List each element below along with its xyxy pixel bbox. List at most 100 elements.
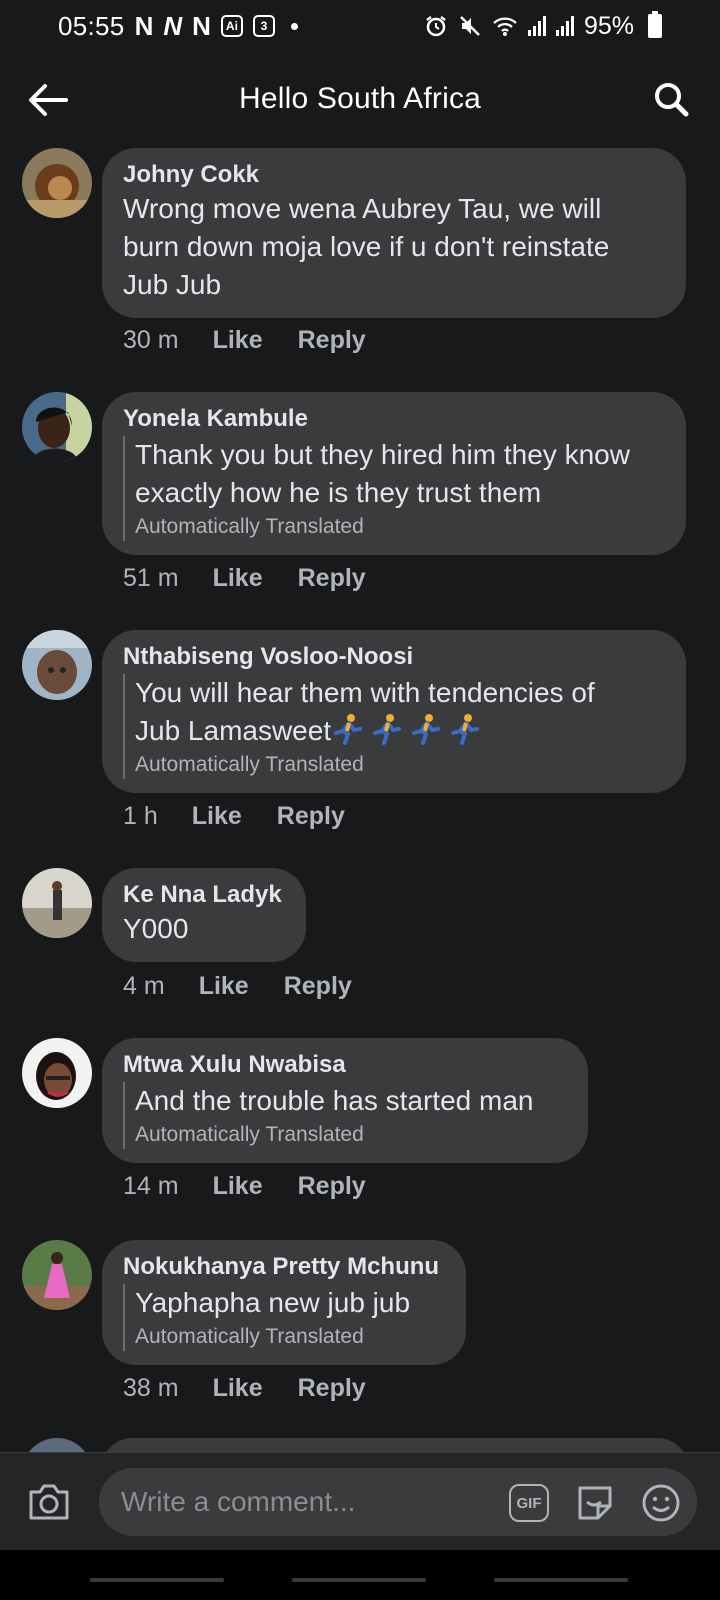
comment-actions: 30 m Like Reply bbox=[123, 326, 366, 355]
comment-text-line: You will hear them with tendencies of bbox=[135, 677, 595, 708]
translation-note[interactable]: Automatically Translated bbox=[135, 751, 666, 779]
home-nav[interactable] bbox=[292, 1578, 426, 1582]
system-nav-bar bbox=[0, 1550, 720, 1600]
reply-button[interactable]: Reply bbox=[298, 1172, 366, 1201]
comment-bubble[interactable]: Mtwa Xulu Nwabisa And the trouble has st… bbox=[102, 1038, 588, 1163]
emoji-row bbox=[331, 714, 487, 746]
comment-composer: GIF bbox=[0, 1452, 720, 1550]
running-man-emoji bbox=[373, 714, 402, 745]
comment-timestamp[interactable]: 1 h bbox=[123, 802, 158, 831]
avatar[interactable] bbox=[22, 1038, 92, 1108]
translation-note[interactable]: Automatically Translated bbox=[135, 513, 666, 541]
page-title: Hello South Africa bbox=[238, 82, 482, 115]
like-button[interactable]: Like bbox=[213, 1374, 263, 1403]
translation-note[interactable]: Automatically Translated bbox=[135, 1323, 446, 1351]
comment-field[interactable]: GIF bbox=[99, 1468, 697, 1536]
translated-block: Yaphapha new jub jub Automatically Trans… bbox=[123, 1284, 446, 1351]
comment-bubble[interactable]: Johny Cokk Wrong move wena Aubrey Tau, w… bbox=[102, 148, 686, 318]
comment-text-line: burn down moja love if u don't reinstate bbox=[123, 231, 610, 262]
comment-actions: 51 m Like Reply bbox=[123, 564, 366, 593]
mute-icon bbox=[460, 16, 480, 36]
status-right: 95% bbox=[424, 11, 662, 41]
like-button[interactable]: Like bbox=[192, 802, 242, 831]
avatar[interactable] bbox=[22, 1240, 92, 1310]
netflix-notification-icon: N bbox=[134, 10, 154, 41]
comment-text-line: exactly how he is they trust them bbox=[135, 477, 542, 508]
comment-author[interactable]: Johny Cokk bbox=[123, 160, 666, 190]
avatar[interactable] bbox=[22, 868, 92, 938]
comment-author[interactable]: Nokukhanya Pretty Mchunu bbox=[123, 1252, 446, 1282]
translation-note[interactable]: Automatically Translated bbox=[135, 1121, 568, 1149]
reply-button[interactable]: Reply bbox=[298, 1374, 366, 1403]
comment-actions: 38 m Like Reply bbox=[123, 1374, 366, 1403]
status-left: 05:55 N N N Ai 3 bbox=[58, 11, 298, 42]
emoji-button[interactable] bbox=[639, 1481, 683, 1525]
reply-button[interactable]: Reply bbox=[284, 972, 352, 1001]
alarm-icon bbox=[426, 16, 446, 37]
search-icon bbox=[655, 83, 689, 117]
news-notification-icon: N bbox=[163, 10, 183, 41]
status-bar: 05:55 N N N Ai 3 95% bbox=[0, 0, 720, 52]
comment-text-segment: Jub Lamasweet bbox=[135, 715, 332, 746]
avatar[interactable] bbox=[22, 392, 92, 462]
gif-button[interactable]: GIF bbox=[507, 1481, 551, 1525]
composer-icons: GIF bbox=[507, 1481, 683, 1525]
signal-icon bbox=[527, 16, 546, 36]
back-button[interactable] bbox=[26, 78, 70, 122]
back-nav[interactable] bbox=[494, 1578, 628, 1582]
running-man-emoji bbox=[412, 714, 441, 745]
search-button[interactable] bbox=[648, 76, 694, 122]
comment-actions: 1 h Like Reply bbox=[123, 802, 345, 831]
comment-text-line: Thank you but they hired him they know bbox=[135, 439, 630, 470]
like-button[interactable]: Like bbox=[213, 326, 263, 355]
running-man-emoji bbox=[334, 714, 363, 745]
calendar-notification-icon: 3 bbox=[252, 15, 275, 37]
battery-percent: 95% bbox=[583, 11, 634, 40]
battery-icon bbox=[648, 11, 662, 38]
netflix-notification-icon-2: N bbox=[192, 10, 211, 41]
reply-button[interactable]: Reply bbox=[298, 326, 366, 355]
sticker-icon bbox=[578, 1486, 612, 1520]
comment-bubble[interactable]: Nthabiseng Vosloo-Noosi You will hear th… bbox=[102, 630, 686, 793]
running-man-emoji bbox=[451, 714, 480, 745]
camera-icon bbox=[29, 1484, 69, 1520]
wifi-icon bbox=[493, 17, 517, 36]
recents-nav[interactable] bbox=[90, 1578, 224, 1582]
gif-icon: GIF bbox=[509, 1484, 549, 1522]
reply-button[interactable]: Reply bbox=[298, 564, 366, 593]
translated-block: You will hear them with tendencies of Ju… bbox=[123, 674, 666, 779]
comment-bubble[interactable]: Yonela Kambule Thank you but they hired … bbox=[102, 392, 686, 555]
more-notifications-dot-icon bbox=[290, 22, 298, 30]
translated-block: And the trouble has started man Automati… bbox=[123, 1082, 568, 1149]
comment-timestamp[interactable]: 14 m bbox=[123, 1172, 179, 1201]
translated-block: Thank you but they hired him they know e… bbox=[123, 436, 666, 541]
comment-author[interactable]: Nthabiseng Vosloo-Noosi bbox=[123, 642, 666, 672]
comment-bubble[interactable]: Ke Nna Ladyk Y000 bbox=[102, 868, 306, 962]
comment-text-line: Y000 bbox=[123, 913, 189, 944]
avatar[interactable] bbox=[22, 148, 92, 218]
like-button[interactable]: Like bbox=[199, 972, 249, 1001]
comment-text-line: Jub Lamasweet bbox=[135, 712, 666, 750]
comment-actions: 4 m Like Reply bbox=[123, 972, 352, 1001]
comment-timestamp[interactable]: 38 m bbox=[123, 1374, 179, 1403]
header: Hello South Africa bbox=[0, 62, 720, 136]
comment-timestamp[interactable]: 4 m bbox=[123, 972, 165, 1001]
ai-notification-icon: Ai bbox=[220, 15, 243, 37]
comment-text-line: Yaphapha new jub jub bbox=[135, 1287, 411, 1318]
back-arrow-icon bbox=[29, 84, 68, 116]
reply-button[interactable]: Reply bbox=[277, 802, 345, 831]
camera-button[interactable] bbox=[24, 1477, 74, 1527]
comment-author[interactable]: Ke Nna Ladyk bbox=[123, 880, 286, 910]
like-button[interactable]: Like bbox=[213, 1172, 263, 1201]
like-button[interactable]: Like bbox=[213, 564, 263, 593]
avatar[interactable] bbox=[22, 630, 92, 700]
sticker-button[interactable] bbox=[573, 1481, 617, 1525]
comment-bubble[interactable]: Nokukhanya Pretty Mchunu Yaphapha new ju… bbox=[102, 1240, 466, 1365]
comment-text-line: And the trouble has started man bbox=[135, 1085, 534, 1116]
comment-text-line: Jub Jub bbox=[123, 269, 222, 300]
comment-input[interactable] bbox=[121, 1486, 481, 1518]
comment-author[interactable]: Mtwa Xulu Nwabisa bbox=[123, 1050, 568, 1080]
comment-timestamp[interactable]: 51 m bbox=[123, 564, 179, 593]
comment-timestamp[interactable]: 30 m bbox=[123, 326, 179, 355]
comment-author[interactable]: Yonela Kambule bbox=[123, 404, 666, 434]
